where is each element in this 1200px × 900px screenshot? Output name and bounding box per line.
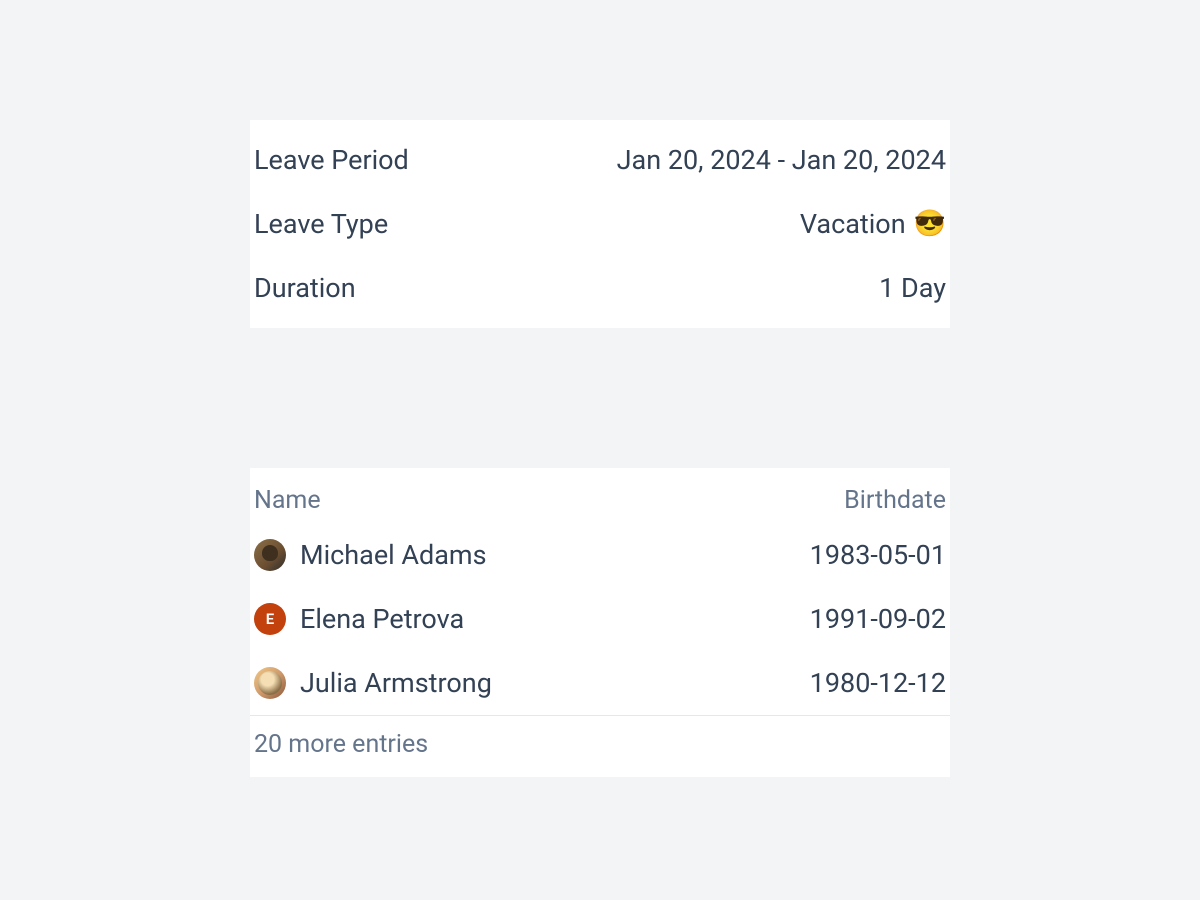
- leave-period-value: Jan 20, 2024 - Jan 20, 2024: [617, 144, 946, 176]
- duration-value: 1 Day: [879, 272, 946, 304]
- sunglasses-emoji-icon: 😎: [914, 211, 946, 237]
- leave-type-text: Vacation: [800, 208, 906, 240]
- more-entries-link[interactable]: 20 more entries: [250, 716, 950, 777]
- duration-label: Duration: [254, 272, 356, 304]
- leave-details-panel: Leave Period Jan 20, 2024 - Jan 20, 2024…: [250, 120, 950, 328]
- leave-type-row: Leave Type Vacation 😎: [250, 192, 950, 256]
- leave-period-row: Leave Period Jan 20, 2024 - Jan 20, 2024: [250, 128, 950, 192]
- person-cell: Julia Armstrong: [254, 667, 492, 699]
- leave-type-label: Leave Type: [254, 208, 388, 240]
- leave-type-value: Vacation 😎: [800, 208, 946, 240]
- person-name: Elena Petrova: [300, 603, 464, 635]
- people-table-panel: Name Birthdate Michael Adams 1983-05-01 …: [250, 468, 950, 777]
- person-birthdate: 1983-05-01: [810, 539, 946, 571]
- table-header: Name Birthdate: [250, 468, 950, 523]
- person-cell: Michael Adams: [254, 539, 487, 571]
- person-name: Michael Adams: [300, 539, 487, 571]
- avatar: [254, 667, 286, 699]
- person-cell: E Elena Petrova: [254, 603, 464, 635]
- table-row[interactable]: E Elena Petrova 1991-09-02: [250, 587, 950, 651]
- column-header-name: Name: [254, 486, 321, 515]
- person-birthdate: 1980-12-12: [810, 667, 946, 699]
- person-name: Julia Armstrong: [300, 667, 492, 699]
- table-row[interactable]: Julia Armstrong 1980-12-12: [250, 651, 950, 715]
- avatar: [254, 539, 286, 571]
- column-header-birthdate: Birthdate: [844, 486, 946, 515]
- person-birthdate: 1991-09-02: [810, 603, 946, 635]
- leave-period-label: Leave Period: [254, 144, 409, 176]
- avatar: E: [254, 603, 286, 635]
- duration-row: Duration 1 Day: [250, 256, 950, 320]
- table-row[interactable]: Michael Adams 1983-05-01: [250, 523, 950, 587]
